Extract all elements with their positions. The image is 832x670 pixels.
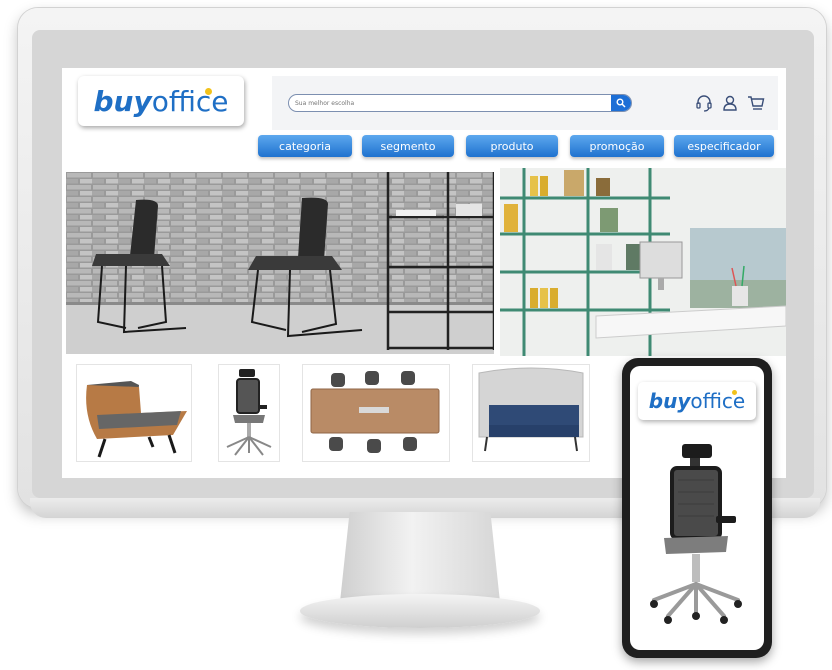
product-tile-booth-sofa[interactable] bbox=[472, 364, 590, 462]
search-button[interactable] bbox=[611, 95, 631, 111]
phone-mockup: buy office bbox=[622, 358, 772, 658]
product-tile-armchair[interactable] bbox=[76, 364, 192, 462]
search-bar[interactable] bbox=[288, 94, 632, 112]
meeting-table-image bbox=[310, 371, 440, 453]
logo-accent-dot bbox=[205, 88, 212, 95]
office-banner-image bbox=[500, 168, 786, 356]
nav-button-categoria[interactable]: categoria bbox=[258, 135, 352, 157]
phone-site-logo[interactable]: buy office bbox=[638, 382, 756, 420]
booth-sofa-image bbox=[478, 367, 584, 452]
product-tile-meeting-table[interactable] bbox=[302, 364, 450, 462]
phone-logo-text-office: office bbox=[690, 389, 746, 413]
headset-icon[interactable] bbox=[694, 93, 714, 113]
search-input[interactable] bbox=[289, 96, 611, 110]
site-logo[interactable]: buy office bbox=[78, 76, 244, 126]
search-icon bbox=[616, 98, 626, 108]
phone-office-chair-image[interactable] bbox=[644, 440, 750, 636]
header-icons bbox=[694, 92, 772, 114]
phone-logo-accent-dot bbox=[732, 390, 737, 395]
nav-button-promocao[interactable]: promoção bbox=[570, 135, 664, 157]
armchair-image bbox=[86, 381, 187, 458]
office-chair-image bbox=[226, 369, 272, 456]
logo-text-buy: buy bbox=[93, 84, 152, 118]
nav-button-produto[interactable]: produto bbox=[466, 135, 558, 157]
nav-button-especificador[interactable]: especificador bbox=[674, 135, 774, 157]
user-icon[interactable] bbox=[720, 93, 740, 113]
phone-logo-text-buy: buy bbox=[648, 389, 691, 413]
product-tile-office-chair[interactable] bbox=[218, 364, 280, 462]
monitor-stand-base bbox=[300, 594, 540, 628]
cart-icon[interactable] bbox=[746, 93, 766, 113]
monitor-stand-neck bbox=[340, 512, 500, 602]
logo-text-office: office bbox=[151, 84, 229, 118]
chairs-banner-image bbox=[66, 172, 494, 354]
hero-banner-office[interactable] bbox=[500, 168, 786, 356]
hero-banner-chairs[interactable] bbox=[66, 172, 494, 354]
phone-screen: buy office bbox=[630, 366, 764, 650]
nav-button-segmento[interactable]: segmento bbox=[362, 135, 454, 157]
